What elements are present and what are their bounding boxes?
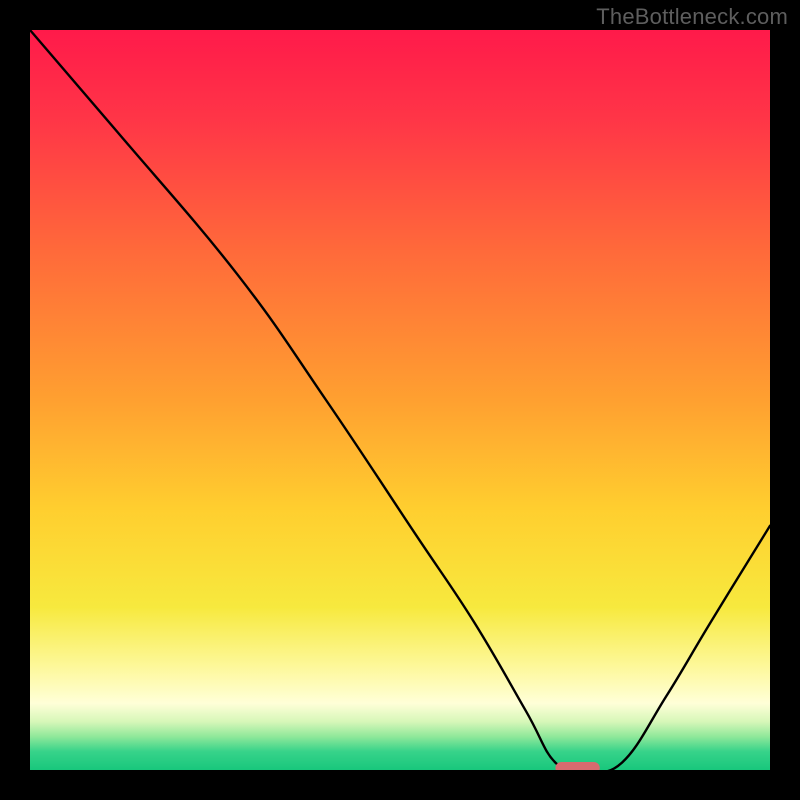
bottleneck-chart	[0, 0, 800, 800]
chart-container: TheBottleneck.com	[0, 0, 800, 800]
watermark-text: TheBottleneck.com	[596, 4, 788, 30]
plot-area	[30, 30, 770, 770]
